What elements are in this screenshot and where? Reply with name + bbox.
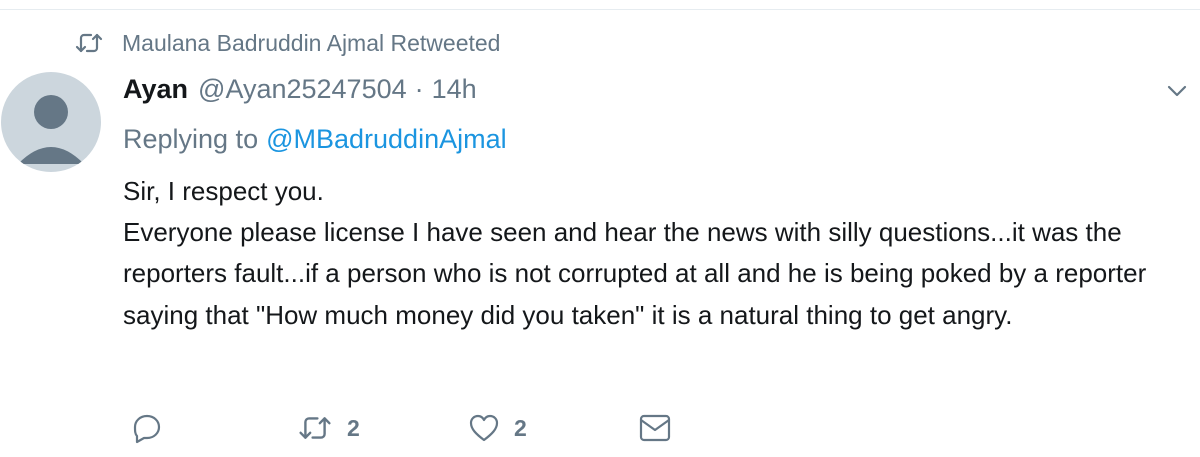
- reply-icon: [133, 414, 161, 444]
- direct-message-button[interactable]: [638, 410, 672, 446]
- tweet-text-line: Sir, I respect you.: [123, 176, 324, 206]
- retweet-context: Maulana Badruddin Ajmal Retweeted: [74, 28, 500, 58]
- top-divider: [0, 9, 1200, 10]
- like-count: 2: [514, 414, 527, 441]
- more-options-button[interactable]: [1166, 80, 1188, 102]
- retweet-icon: [299, 417, 331, 439]
- tweet-actions: 2 2: [131, 410, 691, 446]
- chevron-down-icon: [1167, 85, 1187, 97]
- author-fullname[interactable]: Ayan: [123, 74, 188, 105]
- envelope-icon: [639, 414, 671, 442]
- default-avatar-icon: [18, 95, 84, 164]
- tweet-timestamp[interactable]: 14h: [432, 74, 477, 105]
- tweet-text-line: Everyone please license I have seen and …: [123, 217, 1147, 330]
- retweet-count: 2: [347, 414, 360, 441]
- like-button[interactable]: 2: [468, 410, 527, 446]
- retweet-context-label[interactable]: Maulana Badruddin Ajmal Retweeted: [122, 30, 500, 57]
- tweet-text: Sir, I respect you. Everyone please lice…: [123, 171, 1193, 336]
- retweet-button[interactable]: 2: [297, 410, 360, 446]
- tweet-header: Ayan @Ayan25247504 · 14h: [123, 70, 477, 108]
- retweet-icon: [74, 31, 104, 55]
- heart-icon: [469, 414, 499, 442]
- reply-button[interactable]: [131, 410, 177, 446]
- replying-to-link[interactable]: @MBadruddinAjmal: [266, 124, 507, 155]
- header-separator: ·: [414, 73, 424, 104]
- replying-prefix: Replying to: [123, 123, 259, 154]
- author-username[interactable]: @Ayan25247504: [198, 74, 407, 105]
- replying-to: Replying to @MBadruddinAjmal: [123, 120, 507, 158]
- avatar[interactable]: [1, 72, 101, 172]
